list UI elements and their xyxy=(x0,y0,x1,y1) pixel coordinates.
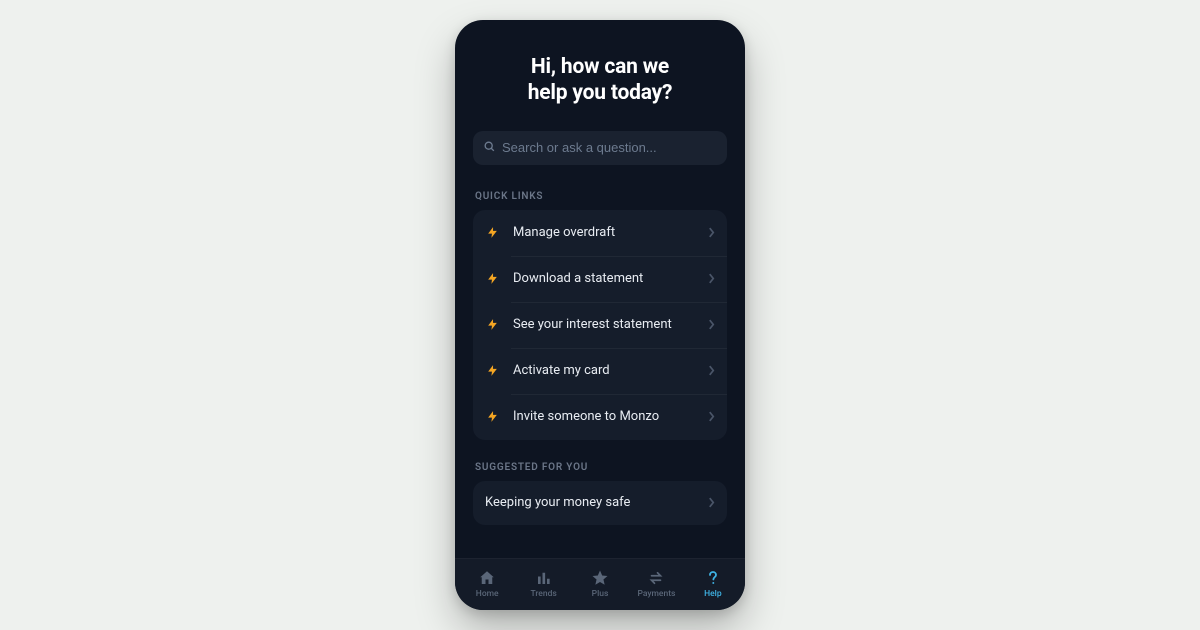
bars-icon xyxy=(535,569,553,587)
tab-payments[interactable]: Payments xyxy=(628,569,684,599)
quick-link-label: Manage overdraft xyxy=(513,225,696,240)
quick-link-invite[interactable]: Invite someone to Monzo xyxy=(473,394,727,440)
title-line-1: Hi, how can we xyxy=(531,55,669,79)
home-icon xyxy=(478,569,496,587)
chevron-right-icon xyxy=(708,223,715,242)
suggested-card: Keeping your money safe xyxy=(473,481,727,525)
tab-label: Payments xyxy=(637,589,675,599)
tab-bar: Home Trends Plus Payments Help xyxy=(455,558,745,610)
bolt-icon xyxy=(483,270,501,287)
tab-label: Trends xyxy=(530,589,556,599)
tab-home[interactable]: Home xyxy=(459,569,515,599)
help-screen: Hi, how can we help you today? QUICK LIN… xyxy=(455,20,745,558)
tab-label: Help xyxy=(704,589,722,599)
quick-link-label: See your interest statement xyxy=(513,317,696,332)
phone-frame: Hi, how can we help you today? QUICK LIN… xyxy=(455,20,745,610)
search-field[interactable] xyxy=(473,131,727,165)
bolt-icon xyxy=(483,316,501,333)
tab-label: Home xyxy=(476,589,499,599)
chevron-right-icon xyxy=(708,493,715,512)
quick-link-manage-overdraft[interactable]: Manage overdraft xyxy=(473,210,727,256)
quick-link-activate-card[interactable]: Activate my card xyxy=(473,348,727,394)
search-input[interactable] xyxy=(502,140,717,155)
tab-label: Plus xyxy=(592,589,609,599)
quick-link-interest-statement[interactable]: See your interest statement xyxy=(473,302,727,348)
quick-link-label: Activate my card xyxy=(513,363,696,378)
bolt-icon xyxy=(483,408,501,425)
chevron-right-icon xyxy=(708,315,715,334)
suggested-item-money-safe[interactable]: Keeping your money safe xyxy=(473,481,727,525)
bolt-icon xyxy=(483,224,501,241)
chevron-right-icon xyxy=(708,361,715,380)
tab-trends[interactable]: Trends xyxy=(515,569,571,599)
chevron-right-icon xyxy=(708,269,715,288)
tab-plus[interactable]: Plus xyxy=(572,569,628,599)
title-line-2: help you today? xyxy=(528,81,673,105)
quick-links-card: Manage overdraft Download a statement Se xyxy=(473,210,727,440)
search-icon xyxy=(483,138,496,157)
star-icon xyxy=(591,569,609,587)
suggested-heading: SUGGESTED FOR YOU xyxy=(473,462,727,473)
suggested-item-label: Keeping your money safe xyxy=(485,495,696,510)
quick-links-heading: QUICK LINKS xyxy=(473,191,727,202)
bolt-icon xyxy=(483,362,501,379)
page-title: Hi, how can we help you today? xyxy=(473,54,727,107)
question-icon xyxy=(704,569,722,587)
quick-link-label: Invite someone to Monzo xyxy=(513,409,696,424)
quick-link-label: Download a statement xyxy=(513,271,696,286)
quick-link-download-statement[interactable]: Download a statement xyxy=(473,256,727,302)
arrows-icon xyxy=(647,569,665,587)
chevron-right-icon xyxy=(708,407,715,426)
tab-help[interactable]: Help xyxy=(685,569,741,599)
